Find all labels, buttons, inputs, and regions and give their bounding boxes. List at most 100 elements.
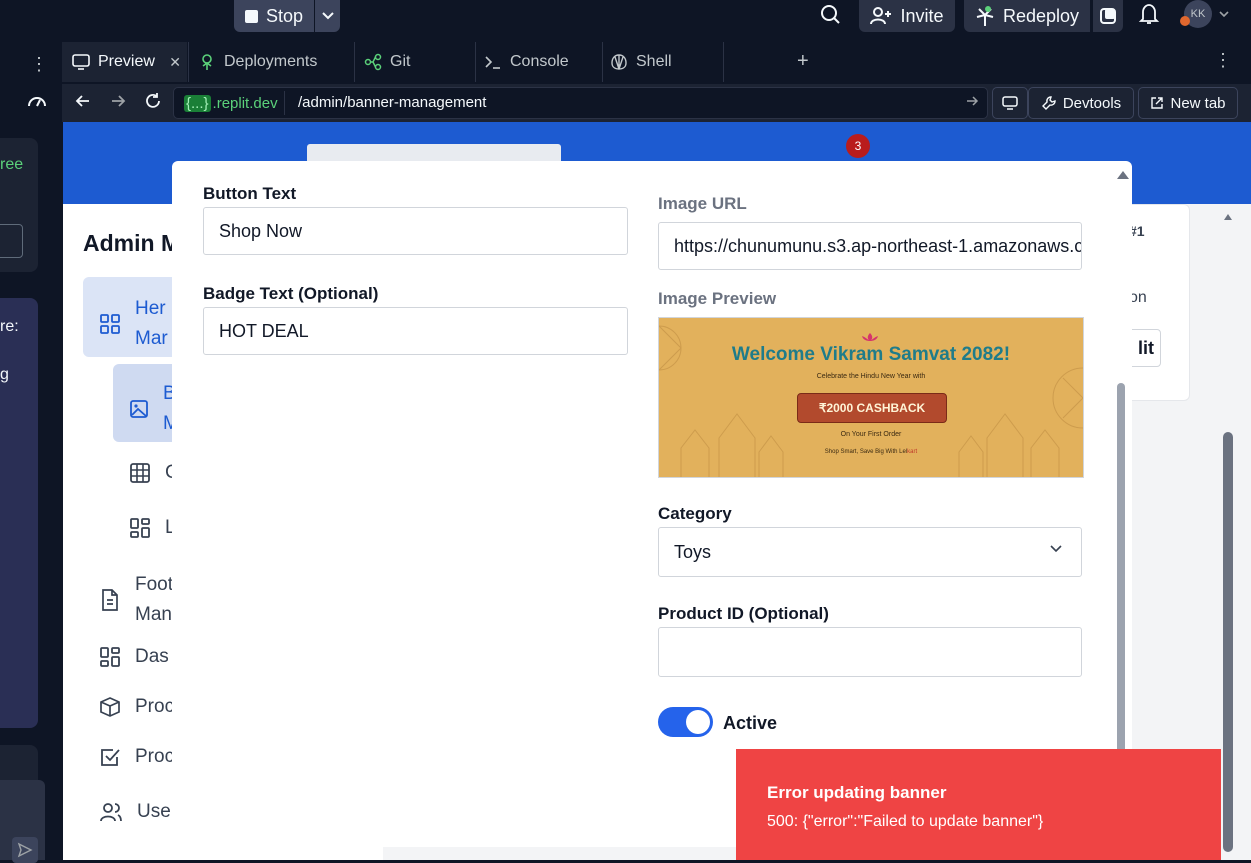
- git-icon: [364, 53, 382, 71]
- tab-preview[interactable]: Preview ✕: [62, 42, 187, 82]
- new-tab-button[interactable]: New tab: [1138, 87, 1238, 119]
- sidebar-item-dashboard[interactable]: Das: [99, 646, 169, 668]
- tab-label: Preview: [98, 53, 155, 70]
- invite-button[interactable]: Invite: [859, 0, 955, 32]
- badge-text-input[interactable]: HOT DEAL: [203, 307, 628, 355]
- users-icon: [100, 803, 122, 822]
- tab-divider: [475, 42, 476, 82]
- go-arrow-icon[interactable]: [965, 94, 979, 113]
- avatar-initials: KK: [1190, 8, 1206, 20]
- ide-topbar: Stop Invite Redeploy KK: [0, 0, 1251, 40]
- url-path: /admin/banner-management: [298, 94, 487, 111]
- product-id-input[interactable]: [658, 627, 1082, 677]
- stop-icon: [244, 9, 258, 23]
- sidebar-item-text: Use: [137, 801, 171, 822]
- tab-shell[interactable]: Shell: [610, 42, 720, 82]
- redeploy-label: Redeploy: [1002, 5, 1080, 26]
- deploy-icon: [976, 6, 994, 26]
- box-icon: [100, 697, 120, 717]
- banner-image-preview: Welcome Vikram Samvat 2082! Celebrate th…: [658, 317, 1084, 478]
- kebab-menu-icon[interactable]: ⋮: [1214, 50, 1232, 71]
- devtools-label: Devtools: [1062, 94, 1122, 112]
- scroll-up-icon[interactable]: [1116, 167, 1130, 185]
- search-icon[interactable]: [818, 2, 844, 28]
- deployment-status-button[interactable]: [1093, 0, 1123, 32]
- reload-icon[interactable]: [144, 92, 162, 115]
- sidebar-item-products[interactable]: Proc: [99, 696, 174, 718]
- add-tab-icon[interactable]: +: [797, 50, 809, 73]
- send-icon[interactable]: [12, 837, 38, 863]
- tab-divider: [188, 42, 189, 82]
- replit-domain-badge: {...}: [184, 94, 211, 112]
- document-icon: [102, 589, 118, 611]
- wrench-icon: [1041, 96, 1056, 110]
- agent-message-text: re:: [0, 318, 19, 335]
- scroll-up-icon[interactable]: [1223, 208, 1233, 226]
- category-value: Toys: [674, 541, 712, 562]
- chevron-down-icon[interactable]: [1218, 6, 1230, 24]
- preview-tagline-text: Shop Smart, Save Big With Lel: [824, 449, 908, 455]
- run-options-dropdown[interactable]: [315, 0, 340, 32]
- tab-git[interactable]: Git: [364, 42, 464, 82]
- sidebar-item-footer-management[interactable]: Foot Man: [99, 570, 173, 630]
- monitor-icon: [1002, 96, 1018, 110]
- new-tab-label: New tab: [1170, 94, 1226, 112]
- sidebar-item-text: Das: [135, 646, 169, 667]
- agent-card-button[interactable]: [0, 224, 23, 258]
- button-text-label: Button Text: [203, 184, 297, 203]
- agent-card-text: ree: [0, 156, 24, 173]
- monitor-icon: [72, 54, 90, 70]
- tab-divider: [354, 42, 355, 82]
- sidebar-item-text: Man: [135, 604, 172, 625]
- category-label: Category: [658, 504, 732, 523]
- sidebar-item-hero-label: Her Mar: [99, 294, 168, 354]
- agent-message-text: g: [0, 366, 9, 383]
- invite-label: Invite: [900, 5, 944, 26]
- edit-banner-dialog: Button Text Shop Now Badge Text (Optiona…: [172, 161, 1132, 847]
- sidebar-item-product-reviews[interactable]: Proc: [99, 746, 174, 768]
- image-icon: [130, 400, 148, 418]
- url-input[interactable]: {...} .replit.dev /admin/banner-manageme…: [173, 87, 988, 119]
- agent-card: ree: [0, 138, 38, 272]
- kebab-menu-icon[interactable]: ⋮: [30, 54, 48, 75]
- forward-arrow-icon[interactable]: [109, 92, 127, 115]
- page-scrollbar[interactable]: [1223, 432, 1233, 852]
- image-url-label: Image URL: [658, 194, 747, 213]
- dialog-scrollbar[interactable]: [1117, 383, 1125, 803]
- badge-text-value: HOT DEAL: [219, 320, 309, 341]
- domain-text: .replit.dev: [212, 94, 278, 112]
- chevron-down-icon: [1050, 545, 1062, 553]
- workspace-tabs: Preview ✕ Deployments Git Console Shell …: [62, 42, 1251, 82]
- avatar-status-dot: [1180, 16, 1190, 26]
- grid-icon: [100, 314, 120, 334]
- sidebar-item-sections[interactable]: L: [129, 517, 176, 539]
- table-icon: [130, 463, 150, 483]
- sidebar-item-users[interactable]: Use: [99, 801, 171, 823]
- tab-console[interactable]: Console: [484, 42, 594, 82]
- url-domain: {...} .replit.dev: [178, 91, 285, 115]
- image-url-input[interactable]: https://chunumunu.s3.ap-northeast-1.amaz…: [658, 222, 1082, 270]
- shell-icon: [611, 54, 627, 70]
- cart-count-badge: 3: [846, 134, 870, 158]
- error-toast: Error updating banner 500: {"error":"Fai…: [736, 749, 1221, 860]
- admin-sidebar-title: Admin M: [83, 230, 181, 256]
- preview-headline: Welcome Vikram Samvat 2082!: [731, 344, 1011, 365]
- toggle-knob: [686, 710, 710, 734]
- tab-deployments[interactable]: Deployments: [198, 42, 348, 82]
- preview-cashback-badge: ₹2000 CASHBACK: [797, 393, 947, 423]
- redeploy-button[interactable]: Redeploy: [964, 0, 1090, 32]
- back-arrow-icon[interactable]: [74, 92, 92, 115]
- toast-title: Error updating banner: [767, 783, 947, 802]
- device-preview-button[interactable]: [992, 87, 1028, 119]
- active-toggle[interactable]: [658, 707, 713, 737]
- close-tab-icon[interactable]: ✕: [169, 54, 181, 71]
- active-label: Active: [723, 713, 778, 733]
- devtools-button[interactable]: Devtools: [1028, 87, 1134, 119]
- stop-button[interactable]: Stop: [234, 0, 314, 32]
- gauge-icon[interactable]: [27, 92, 47, 113]
- button-text-input[interactable]: Shop Now: [203, 207, 628, 255]
- notifications-bell-icon[interactable]: [1138, 2, 1160, 31]
- toast-message: 500: {"error":"Failed to update banner"}: [767, 813, 1044, 830]
- category-select[interactable]: Toys: [658, 527, 1082, 577]
- sidebar-item-text: Proc: [135, 746, 175, 767]
